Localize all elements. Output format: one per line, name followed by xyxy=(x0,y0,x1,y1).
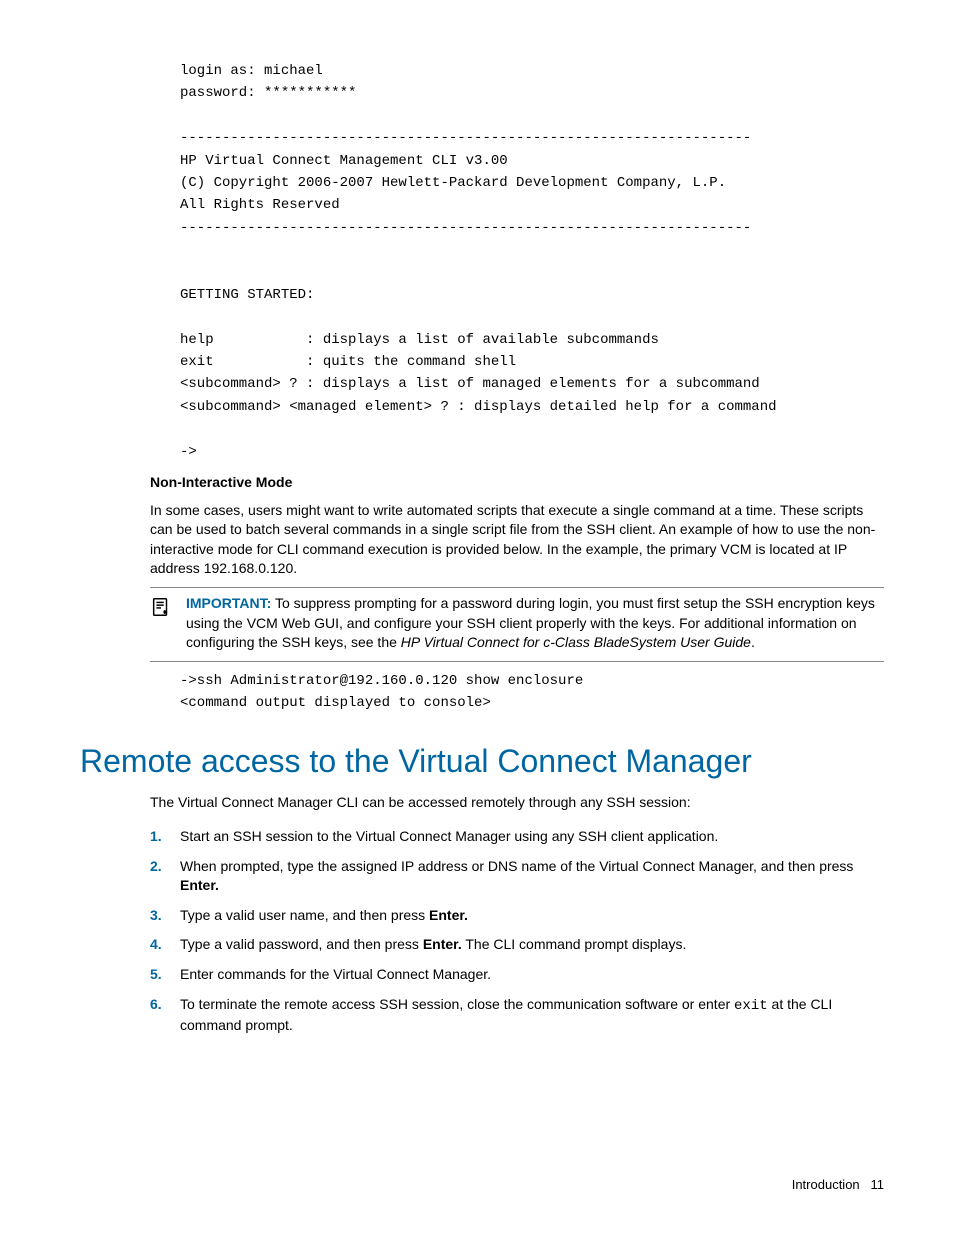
section-intro: The Virtual Connect Manager CLI can be a… xyxy=(150,793,884,813)
important-text: IMPORTANT: To suppress prompting for a p… xyxy=(186,594,884,653)
page-footer: Introduction 11 xyxy=(80,1176,884,1194)
step-3-text: Type a valid user name, and then press xyxy=(180,907,429,923)
footer-page: 11 xyxy=(871,1177,885,1192)
step-6-text: To terminate the remote access SSH sessi… xyxy=(180,996,734,1012)
step-4-key: Enter. xyxy=(423,936,462,952)
important-label: IMPORTANT: xyxy=(186,595,271,611)
important-doc-ref: HP Virtual Connect for c-Class BladeSyst… xyxy=(401,634,751,650)
step-4-text: Type a valid password, and then press xyxy=(180,936,423,952)
subheading-non-interactive: Non-Interactive Mode xyxy=(150,473,884,493)
step-3: Type a valid user name, and then press E… xyxy=(150,906,884,926)
terminal-block: login as: michael password: *********** … xyxy=(180,60,884,463)
step-1-text: Start an SSH session to the Virtual Conn… xyxy=(180,828,718,844)
footer-section: Introduction xyxy=(792,1177,860,1192)
steps-list: Start an SSH session to the Virtual Conn… xyxy=(150,827,884,1036)
step-2-text: When prompted, type the assigned IP addr… xyxy=(180,858,853,874)
step-4-tail: The CLI command prompt displays. xyxy=(462,936,687,952)
step-1: Start an SSH session to the Virtual Conn… xyxy=(150,827,884,847)
step-2-key: Enter. xyxy=(180,877,219,893)
step-3-key: Enter. xyxy=(429,907,468,923)
section-title: Remote access to the Virtual Connect Man… xyxy=(80,739,884,784)
body-paragraph: In some cases, users might want to write… xyxy=(150,501,884,579)
important-icon xyxy=(150,596,172,624)
important-tail: . xyxy=(751,634,755,650)
important-callout: IMPORTANT: To suppress prompting for a p… xyxy=(150,587,884,662)
step-4: Type a valid password, and then press En… xyxy=(150,935,884,955)
example-command: ->ssh Administrator@192.160.0.120 show e… xyxy=(180,670,884,715)
step-5: Enter commands for the Virtual Connect M… xyxy=(150,965,884,985)
step-5-text: Enter commands for the Virtual Connect M… xyxy=(180,966,491,982)
step-2: When prompted, type the assigned IP addr… xyxy=(150,857,884,896)
step-6: To terminate the remote access SSH sessi… xyxy=(150,995,884,1036)
step-6-cmd: exit xyxy=(734,998,768,1014)
